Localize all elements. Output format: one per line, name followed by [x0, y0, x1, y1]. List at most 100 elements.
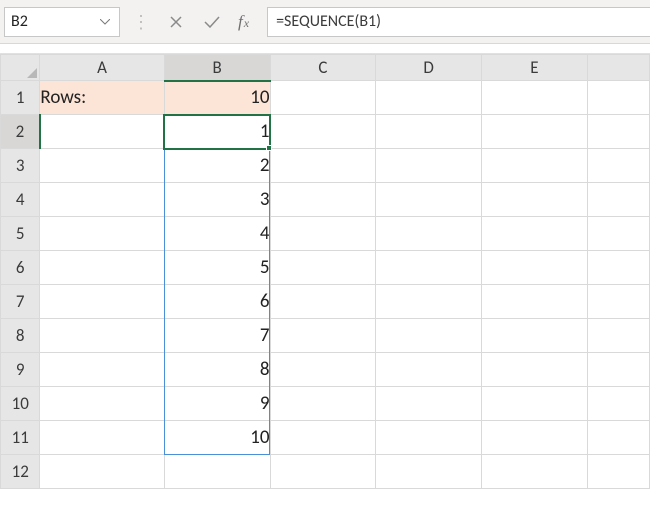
cell-E1[interactable] [482, 81, 588, 115]
cell-partial-7[interactable] [587, 285, 649, 319]
cell-A12[interactable] [40, 455, 164, 489]
col-header-E[interactable]: E [482, 55, 588, 81]
cell-B10[interactable]: 9 [164, 387, 270, 421]
cell-E12[interactable] [482, 455, 588, 489]
cell-B8[interactable]: 7 [164, 319, 270, 353]
cell-C9[interactable] [270, 353, 376, 387]
row-header-10[interactable]: 10 [1, 387, 40, 421]
formula-tools: ⋮ fx [132, 11, 249, 33]
cell-C4[interactable] [270, 183, 376, 217]
name-box[interactable]: B2 [4, 7, 120, 37]
cell-D3[interactable] [376, 149, 482, 183]
cell-B7[interactable]: 6 [164, 285, 270, 319]
col-header-C[interactable]: C [270, 55, 376, 81]
cell-E5[interactable] [482, 217, 588, 251]
cell-partial-8[interactable] [587, 319, 649, 353]
col-header-B[interactable]: B [164, 55, 270, 81]
cell-partial-5[interactable] [587, 217, 649, 251]
cell-C2[interactable] [270, 115, 376, 149]
cell-A1[interactable]: Rows: [40, 81, 164, 115]
cell-D10[interactable] [376, 387, 482, 421]
cell-D1[interactable] [376, 81, 482, 115]
row-header-11[interactable]: 11 [1, 421, 40, 455]
cell-A10[interactable] [40, 387, 164, 421]
enter-icon[interactable] [202, 12, 222, 32]
cell-partial-11[interactable] [587, 421, 649, 455]
cell-A2[interactable] [40, 115, 164, 149]
worksheet[interactable]: ABCDE1Rows:102132435465768798109111012 [0, 54, 650, 489]
cell-A4[interactable] [40, 183, 164, 217]
cell-C6[interactable] [270, 251, 376, 285]
cell-B1[interactable]: 10 [164, 81, 270, 115]
cell-A5[interactable] [40, 217, 164, 251]
cell-E3[interactable] [482, 149, 588, 183]
cell-E9[interactable] [482, 353, 588, 387]
cell-D4[interactable] [376, 183, 482, 217]
cell-D12[interactable] [376, 455, 482, 489]
cell-D11[interactable] [376, 421, 482, 455]
cell-C7[interactable] [270, 285, 376, 319]
cell-partial-6[interactable] [587, 251, 649, 285]
cell-E10[interactable] [482, 387, 588, 421]
cell-C3[interactable] [270, 149, 376, 183]
cell-D8[interactable] [376, 319, 482, 353]
cell-B4[interactable]: 3 [164, 183, 270, 217]
row-header-7[interactable]: 7 [1, 285, 40, 319]
row-header-2[interactable]: 2 [1, 115, 40, 149]
cell-A8[interactable] [40, 319, 164, 353]
col-header-A[interactable]: A [40, 55, 164, 81]
row-header-9[interactable]: 9 [1, 353, 40, 387]
cell-partial-9[interactable] [587, 353, 649, 387]
cell-C1[interactable] [270, 81, 376, 115]
cell-B9[interactable]: 8 [164, 353, 270, 387]
cell-C11[interactable] [270, 421, 376, 455]
formula-bar[interactable]: =SEQUENCE(B1) [267, 7, 650, 37]
row-header-12[interactable]: 12 [1, 455, 40, 489]
cell-E6[interactable] [482, 251, 588, 285]
cell-E4[interactable] [482, 183, 588, 217]
row-header-6[interactable]: 6 [1, 251, 40, 285]
cell-B2[interactable]: 1 [164, 115, 270, 149]
col-header-D[interactable]: D [376, 55, 482, 81]
cell-C5[interactable] [270, 217, 376, 251]
cell-partial-4[interactable] [587, 183, 649, 217]
cell-partial-1[interactable] [587, 81, 649, 115]
cell-D9[interactable] [376, 353, 482, 387]
cell-B11[interactable]: 10 [164, 421, 270, 455]
row-header-5[interactable]: 5 [1, 217, 40, 251]
row-header-8[interactable]: 8 [1, 319, 40, 353]
cell-E11[interactable] [482, 421, 588, 455]
fx-icon[interactable]: fx [238, 13, 249, 30]
cell-partial-3[interactable] [587, 149, 649, 183]
cell-B5[interactable]: 4 [164, 217, 270, 251]
cell-E7[interactable] [482, 285, 588, 319]
select-all-corner[interactable] [1, 55, 40, 81]
cell-D7[interactable] [376, 285, 482, 319]
col-header-partial[interactable] [587, 55, 649, 81]
grid[interactable]: ABCDE1Rows:102132435465768798109111012 [0, 54, 650, 489]
cell-A3[interactable] [40, 149, 164, 183]
cell-E8[interactable] [482, 319, 588, 353]
cell-C8[interactable] [270, 319, 376, 353]
cell-partial-2[interactable] [587, 115, 649, 149]
row-header-3[interactable]: 3 [1, 149, 40, 183]
cell-D2[interactable] [376, 115, 482, 149]
row-header-4[interactable]: 4 [1, 183, 40, 217]
cell-partial-10[interactable] [587, 387, 649, 421]
cell-A11[interactable] [40, 421, 164, 455]
cell-B3[interactable]: 2 [164, 149, 270, 183]
cell-partial-12[interactable] [587, 455, 649, 489]
cell-D5[interactable] [376, 217, 482, 251]
cell-E2[interactable] [482, 115, 588, 149]
cancel-icon[interactable] [166, 12, 186, 32]
cell-B6[interactable]: 5 [164, 251, 270, 285]
name-box-dropdown-icon[interactable] [97, 14, 113, 30]
cell-C12[interactable] [270, 455, 376, 489]
row-header-1[interactable]: 1 [1, 81, 40, 115]
cell-C10[interactable] [270, 387, 376, 421]
cell-A9[interactable] [40, 353, 164, 387]
cell-A6[interactable] [40, 251, 164, 285]
cell-D6[interactable] [376, 251, 482, 285]
cell-A7[interactable] [40, 285, 164, 319]
cell-B12[interactable] [164, 455, 270, 489]
